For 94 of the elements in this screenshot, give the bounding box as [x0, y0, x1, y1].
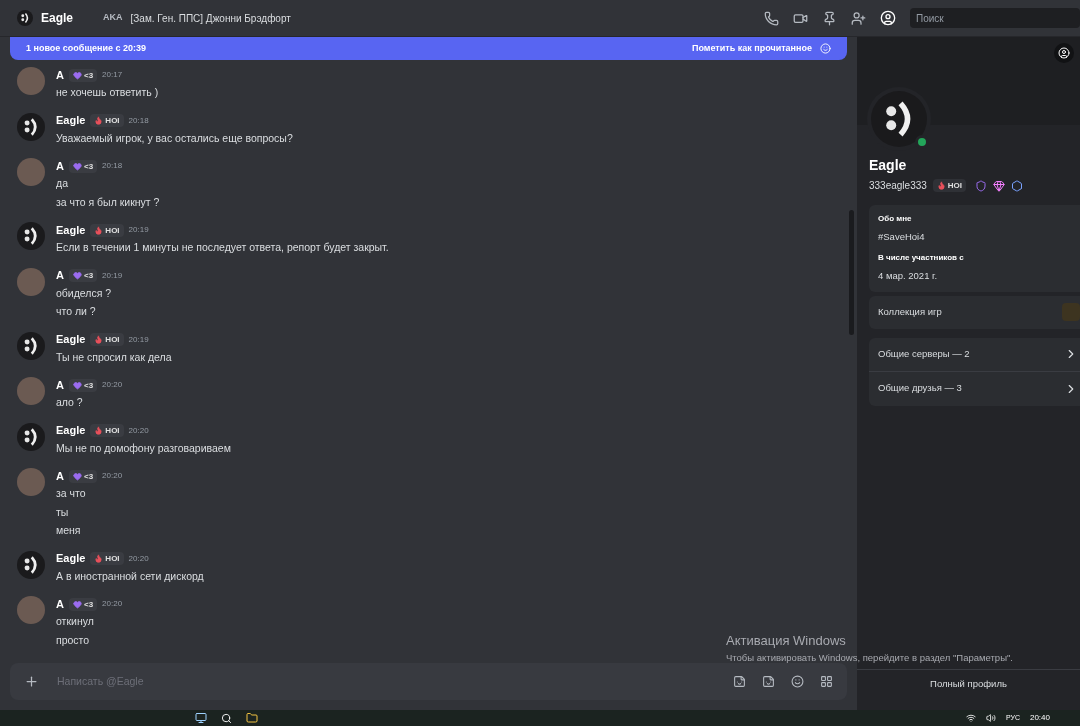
message-text: за что	[56, 486, 87, 501]
game-collection-row[interactable]: Коллекция игр	[869, 295, 1080, 329]
timestamp: 20:18	[128, 114, 149, 127]
aka-label: AKA	[103, 11, 123, 25]
sticker-icon[interactable]	[762, 675, 775, 688]
activation-text: Чтобы активировать Windows, перейдите в раздел "Параметры".	[726, 650, 1013, 665]
role-badge: HOI	[932, 179, 967, 192]
role-badge: <3	[68, 68, 98, 82]
message-text: Уважаемый игрок, у вас остались еще вопросы?	[56, 130, 293, 146]
role-badge: <3	[68, 159, 98, 173]
mutual-row[interactable]: Общие серверы — 2	[869, 337, 1080, 372]
author-name[interactable]: Eagle	[56, 221, 86, 239]
search-field[interactable]: Поиск	[910, 8, 1080, 28]
new-messages-text: 1 новое сообщение с 20:39	[26, 41, 146, 55]
shield-badge-icon	[975, 179, 988, 192]
smiley-avatar-icon[interactable]	[17, 112, 45, 141]
hexagon-badge-icon	[1011, 179, 1024, 192]
mutual-row[interactable]: Общие друзья — 3	[869, 371, 1080, 406]
username: 333eagle333	[869, 179, 927, 193]
timestamp: 20:20	[128, 424, 149, 437]
role-badge: HOI	[90, 114, 124, 127]
role-badge: <3	[68, 597, 98, 611]
author-name[interactable]: A	[56, 157, 64, 175]
about-text: #SaveHoi4	[878, 230, 926, 244]
message-text: Мы не по домофону разговариваем	[56, 440, 231, 456]
clock: 20:40	[1029, 712, 1050, 724]
author-name[interactable]: Eagle	[56, 550, 86, 567]
role-badge: <3	[68, 269, 98, 282]
section-heading: В числе участников с	[878, 252, 965, 265]
timestamp: 20:19	[128, 333, 149, 346]
author-name[interactable]: Eagle	[56, 331, 86, 348]
message-text: Ты не спросил как дела	[56, 349, 172, 365]
smiley-avatar-icon[interactable]	[17, 222, 45, 250]
full-profile-link[interactable]: Полный профиль	[930, 677, 1007, 692]
role-badge: HOI	[90, 552, 124, 565]
message-text: за что я был кикнут ?	[56, 194, 160, 210]
message-text: ало ?	[56, 395, 84, 410]
emoji-icon[interactable]	[791, 675, 804, 688]
timestamp: 20:18	[102, 160, 123, 172]
nickname: [Зам. Ген. ППС] Джонни Брэдфорт	[130, 11, 291, 26]
message-text: откинул	[56, 614, 95, 629]
timestamp: 20:20	[102, 470, 123, 482]
smiley-avatar-icon[interactable]	[17, 10, 33, 26]
message-text: Если в течении 1 минуты не последует ответа, репорт будет закрыт.	[56, 240, 389, 255]
role-badge: <3	[68, 378, 98, 392]
add-user-icon[interactable]	[851, 10, 866, 26]
message-text: что ли ?	[56, 304, 97, 319]
message-text: ты	[56, 504, 70, 520]
message-text: меня	[56, 523, 82, 538]
user-profile-icon[interactable]	[880, 10, 896, 26]
timestamp: 20:20	[102, 379, 123, 391]
apps-icon[interactable]	[820, 675, 833, 688]
message-text: да	[56, 176, 69, 191]
wifi-icon	[965, 713, 976, 723]
author-name[interactable]: A	[56, 376, 64, 394]
gem-badge-icon	[993, 179, 1006, 192]
author-name[interactable]: A	[56, 467, 64, 485]
timestamp: 20:20	[128, 552, 149, 565]
scrollbar[interactable]	[849, 210, 854, 335]
folder-icon[interactable]	[246, 712, 258, 724]
profile-name: Eagle	[869, 156, 908, 175]
message-text: не хочешь ответить )	[56, 85, 159, 100]
new-messages-bar[interactable]: 1 новое сообщение с 20:39 Пометить как прочитанное	[10, 37, 847, 60]
message-text: просто	[56, 632, 91, 648]
author-name[interactable]: A	[56, 595, 64, 613]
activation-title: Активация Windows	[726, 632, 847, 650]
user-icon[interactable]	[1058, 47, 1070, 59]
timestamp: 20:20	[102, 598, 123, 610]
message-text: обиделся ?	[56, 285, 113, 301]
smiley-avatar-icon[interactable]	[17, 422, 45, 451]
smiley-avatar-icon[interactable]	[17, 550, 45, 579]
phone-icon[interactable]	[764, 10, 779, 26]
role-badge: HOI	[90, 424, 124, 437]
channel-title: Eagle	[41, 10, 73, 27]
smiley-avatar-icon[interactable]	[871, 91, 927, 147]
author-name[interactable]: A	[56, 267, 64, 284]
author-name[interactable]: Eagle	[56, 422, 86, 439]
plus-icon[interactable]	[24, 674, 39, 689]
member-since-date: 4 мар. 2021 г.	[878, 269, 939, 284]
section-heading: Обо мне	[878, 213, 913, 225]
role-badge: HOI	[90, 223, 124, 237]
volume-icon	[985, 713, 996, 723]
author-name[interactable]: A	[56, 66, 64, 84]
smiley-avatar-icon[interactable]	[17, 331, 45, 360]
author-name[interactable]: Eagle	[56, 112, 86, 129]
timestamp: 20:19	[128, 224, 149, 236]
message-text: А в иностранной сети дискорд	[56, 568, 204, 584]
mark-as-read-link[interactable]: Пометить как прочитанное	[691, 41, 812, 56]
timestamp: 20:17	[102, 69, 123, 81]
role-badge: <3	[68, 469, 98, 483]
search-icon[interactable]	[221, 712, 232, 724]
role-badge: HOI	[90, 333, 124, 346]
pin-icon[interactable]	[822, 10, 837, 26]
timestamp: 20:19	[102, 269, 123, 282]
